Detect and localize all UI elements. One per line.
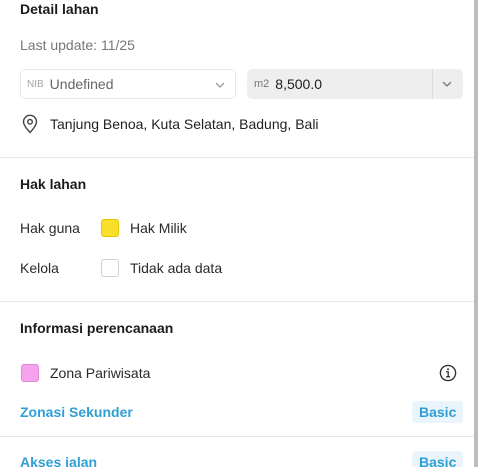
info-circle-icon[interactable] [439,364,457,382]
section-title-detail-lahan: Detail lahan [20,1,99,17]
akses-jalan-badge: Basic [412,451,464,467]
area-dropdown-chevron-down-icon[interactable] [442,79,452,89]
kelola-value: Tidak ada data [130,260,223,276]
last-update-text: Last update: 11/25 [20,37,135,53]
zona-label: Zona Pariwisata [50,365,151,381]
area-field[interactable]: m2 8,500.0 [247,69,463,99]
zonasi-sekunder-badge: Basic [412,401,464,423]
section-title-hak-lahan: Hak lahan [20,176,87,192]
hak-guna-value: Hak Milik [130,220,187,236]
hak-guna-label: Hak guna [20,220,80,236]
nib-prefix: NIB [27,78,44,90]
akses-jalan-link[interactable]: Akses jalan [20,454,97,467]
land-detail-panel: Detail lahan Last update: 11/25 NIB Unde… [0,0,474,467]
nib-value: Undefined [49,76,114,92]
chevron-down-icon [215,82,225,88]
hak-guna-swatch [101,219,119,237]
area-unit: m2 [254,78,270,90]
section-divider [0,436,474,437]
nib-select[interactable]: NIB Undefined [20,69,236,99]
scrollbar-thumb[interactable] [474,0,478,467]
zona-swatch [21,364,39,382]
scrollbar-track[interactable] [474,0,478,467]
area-divider [432,69,433,99]
section-divider [0,157,474,158]
zonasi-sekunder-link[interactable]: Zonasi Sekunder [20,404,133,420]
map-pin-icon [22,114,38,134]
location-text: Tanjung Benoa, Kuta Selatan, Badung, Bal… [50,116,319,132]
area-value: 8,500.0 [275,76,322,92]
section-title-informasi-perencanaan: Informasi perencanaan [20,320,174,336]
kelola-swatch [101,259,119,277]
kelola-label: Kelola [20,260,59,276]
section-divider [0,301,474,302]
